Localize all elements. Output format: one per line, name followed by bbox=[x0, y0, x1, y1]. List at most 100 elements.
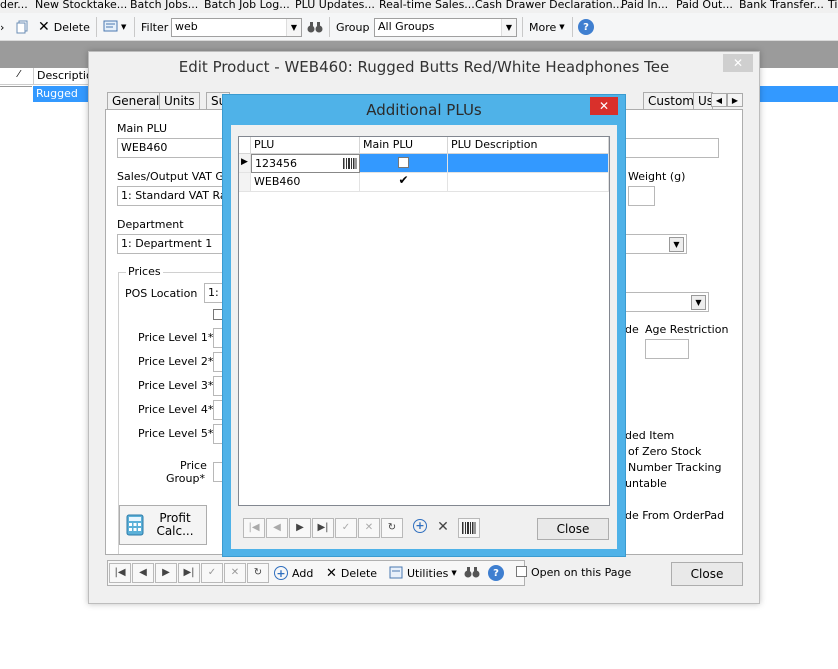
menu-item[interactable]: PLU Updates... bbox=[295, 0, 375, 11]
plu-value: 123456 bbox=[255, 157, 297, 170]
last-record-icon[interactable]: ▶| bbox=[178, 563, 200, 583]
menu-item[interactable]: Batch Jobs... bbox=[130, 0, 198, 11]
column-header-plu-description[interactable]: PLU Description bbox=[448, 137, 609, 154]
next-record-icon[interactable]: ▶ bbox=[155, 563, 177, 583]
next-record-icon[interactable]: ▶ bbox=[289, 518, 311, 538]
close-button[interactable]: Close bbox=[671, 562, 743, 586]
menu-item[interactable]: der... bbox=[0, 0, 28, 11]
main-plu-cell[interactable] bbox=[360, 154, 448, 173]
menu-item[interactable]: Ti bbox=[828, 0, 837, 11]
plu-description-cell[interactable] bbox=[448, 173, 609, 192]
dialog-title: Additional PLUs bbox=[366, 101, 482, 119]
plu-description-cell[interactable] bbox=[448, 154, 609, 173]
help-icon[interactable]: ? bbox=[488, 565, 504, 581]
column-header-plu[interactable]: PLU bbox=[251, 137, 360, 154]
utilities-label: Utilities bbox=[407, 566, 449, 580]
row-indicator: ▶ bbox=[239, 154, 251, 173]
barcode-icon[interactable] bbox=[458, 518, 480, 538]
column-header-main-plu[interactable]: Main PLU bbox=[360, 137, 448, 154]
menu-item[interactable]: Cash Drawer Declaration... bbox=[475, 0, 623, 11]
report-dropdown-button[interactable]: ▼ bbox=[103, 18, 126, 36]
column-header-description[interactable]: Descriptio bbox=[33, 68, 96, 85]
table-row[interactable]: ▶ 123456 bbox=[239, 154, 609, 173]
scroll-left-icon[interactable]: ◀ bbox=[711, 93, 727, 107]
prev-record-icon[interactable]: ◀ bbox=[132, 563, 154, 583]
main-plu-checkbox-checked[interactable]: ✔ bbox=[398, 174, 409, 187]
tab-user[interactable]: Us bbox=[693, 92, 713, 109]
main-plu-field[interactable]: WEB460 bbox=[117, 138, 227, 158]
table-row[interactable]: WEB460 ✔ bbox=[239, 173, 609, 192]
refresh-icon[interactable]: ↻ bbox=[381, 518, 403, 538]
separator bbox=[572, 17, 573, 37]
menu-item[interactable]: Real-time Sales... bbox=[379, 0, 475, 11]
weight-field[interactable] bbox=[628, 186, 655, 206]
age-restriction-label: Age Restriction bbox=[645, 323, 729, 336]
first-record-icon[interactable]: |◀ bbox=[109, 563, 131, 583]
group-combo[interactable]: All Groups ▼ bbox=[374, 18, 517, 37]
main-plu-label: Main PLU bbox=[117, 122, 168, 135]
dropdown-arrow-icon: ▼ bbox=[559, 23, 565, 31]
add-label: Add bbox=[292, 566, 314, 580]
age-restriction-field[interactable] bbox=[645, 339, 689, 359]
dialog-body: PLU Main PLU PLU Description ▶ 123456 WE… bbox=[231, 125, 617, 549]
prices-label: Prices bbox=[126, 265, 163, 278]
confirm-check-icon[interactable]: ✓ bbox=[201, 563, 223, 583]
profit-calc-button[interactable]: Profit Calc... bbox=[119, 505, 207, 545]
cancel-x-icon[interactable]: ✕ bbox=[224, 563, 246, 583]
price-group-label-2: Group* bbox=[166, 472, 205, 485]
separator bbox=[134, 17, 135, 37]
close-icon[interactable]: ✕ bbox=[590, 97, 618, 115]
add-button[interactable]: + Add bbox=[274, 563, 313, 583]
arrow-icon[interactable]: › bbox=[0, 18, 4, 36]
menu-item[interactable]: Paid Out... bbox=[676, 0, 733, 11]
dialog-close-button[interactable]: Close bbox=[537, 518, 609, 540]
utilities-button[interactable]: Utilities ▼ bbox=[389, 563, 457, 583]
main-plu-checkbox[interactable] bbox=[398, 157, 409, 168]
plu-cell[interactable]: 123456 bbox=[251, 154, 360, 173]
tab-custom[interactable]: Custom bbox=[643, 92, 699, 109]
first-record-icon[interactable]: |◀ bbox=[243, 518, 265, 538]
copy-icon[interactable] bbox=[16, 18, 30, 36]
tab-general[interactable]: General bbox=[107, 92, 165, 109]
refresh-icon[interactable]: ↻ bbox=[247, 563, 269, 583]
vat-group-select[interactable]: 1: Standard VAT Rat bbox=[117, 186, 227, 206]
menu-item[interactable]: Paid In... bbox=[621, 0, 668, 11]
open-on-this-page-checkbox[interactable] bbox=[516, 566, 527, 577]
delete-button[interactable]: ✕ Delete bbox=[38, 18, 90, 36]
description-field[interactable] bbox=[623, 138, 719, 158]
report-icon bbox=[103, 20, 118, 32]
profit-calc-label-2: Calc... bbox=[156, 524, 194, 538]
tab-units[interactable]: Units bbox=[159, 92, 200, 109]
chevron-down-icon[interactable]: ▼ bbox=[669, 237, 684, 252]
delete-x-icon[interactable]: ✕ bbox=[432, 518, 454, 538]
scroll-right-icon[interactable]: ▶ bbox=[727, 93, 743, 107]
background-selected-cell[interactable]: Rugged Bu bbox=[33, 86, 90, 113]
main-plu-cell[interactable]: ✔ bbox=[360, 173, 448, 192]
price-level-4-label: Price Level 4* bbox=[138, 403, 214, 416]
close-icon[interactable]: ✕ bbox=[723, 54, 753, 72]
prev-record-icon[interactable]: ◀ bbox=[266, 518, 288, 538]
menu-item[interactable]: New Stocktake... bbox=[35, 0, 127, 11]
menu-item[interactable]: Bank Transfer... bbox=[739, 0, 824, 11]
plu-cell[interactable]: WEB460 bbox=[251, 173, 360, 192]
chevron-down-icon[interactable]: ▼ bbox=[691, 295, 706, 310]
last-record-icon[interactable]: ▶| bbox=[312, 518, 334, 538]
chevron-down-icon[interactable]: ▼ bbox=[286, 19, 301, 36]
code-label-fragment: de bbox=[625, 323, 639, 336]
add-icon[interactable]: + bbox=[409, 518, 431, 538]
binoculars-icon[interactable] bbox=[307, 18, 323, 36]
delete-record-button[interactable]: ✕ Delete bbox=[326, 563, 377, 583]
cancel-x-icon[interactable]: ✕ bbox=[358, 518, 380, 538]
menu-item[interactable]: Batch Job Log... bbox=[204, 0, 290, 11]
department-select[interactable]: 1: Department 1 bbox=[117, 234, 227, 254]
open-on-this-page-label: Open on this Page bbox=[531, 566, 632, 579]
group-label: Group bbox=[336, 20, 370, 34]
top-menu-bar: der... New Stocktake... Batch Jobs... Ba… bbox=[0, 0, 838, 13]
filter-combo[interactable]: web ▼ bbox=[171, 18, 302, 37]
chevron-down-icon[interactable]: ▼ bbox=[501, 19, 516, 36]
binoculars-icon[interactable] bbox=[464, 565, 480, 582]
confirm-check-icon[interactable]: ✓ bbox=[335, 518, 357, 538]
more-button[interactable]: More ▼ bbox=[529, 18, 565, 36]
help-button[interactable]: ? bbox=[578, 18, 594, 36]
pos-location-label: POS Location bbox=[125, 287, 198, 300]
